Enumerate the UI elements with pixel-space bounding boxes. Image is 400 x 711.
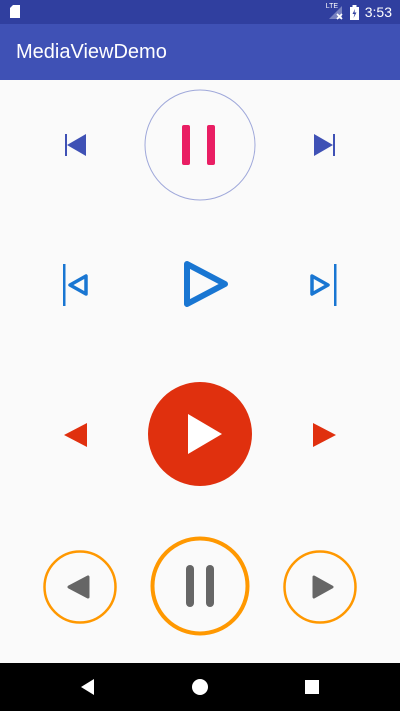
previous-icon[interactable] (58, 264, 94, 306)
home-icon[interactable] (176, 663, 224, 711)
app-bar: MediaViewDemo (0, 24, 400, 80)
sd-card-icon (10, 5, 20, 18)
pause-button[interactable] (144, 89, 256, 201)
previous-icon[interactable] (61, 420, 91, 450)
next-icon[interactable] (310, 130, 340, 160)
play-button[interactable] (148, 382, 252, 486)
next-icon[interactable] (305, 264, 341, 306)
previous-button[interactable] (43, 550, 117, 624)
status-bar: LTE 3:53 (0, 0, 400, 24)
media-players (0, 80, 400, 663)
status-icons: LTE 3:53 (326, 0, 392, 24)
previous-icon[interactable] (60, 130, 90, 160)
next-icon[interactable] (309, 420, 339, 450)
play-button[interactable] (175, 254, 235, 314)
app-title: MediaViewDemo (16, 41, 167, 63)
back-icon[interactable] (64, 663, 112, 711)
lte-signal-icon: LTE (326, 3, 344, 20)
battery-icon (349, 4, 359, 20)
navigation-bar (0, 663, 400, 711)
pause-button[interactable] (150, 536, 250, 636)
next-button[interactable] (283, 550, 357, 624)
status-time: 3:53 (364, 4, 392, 20)
recents-icon[interactable] (288, 663, 336, 711)
